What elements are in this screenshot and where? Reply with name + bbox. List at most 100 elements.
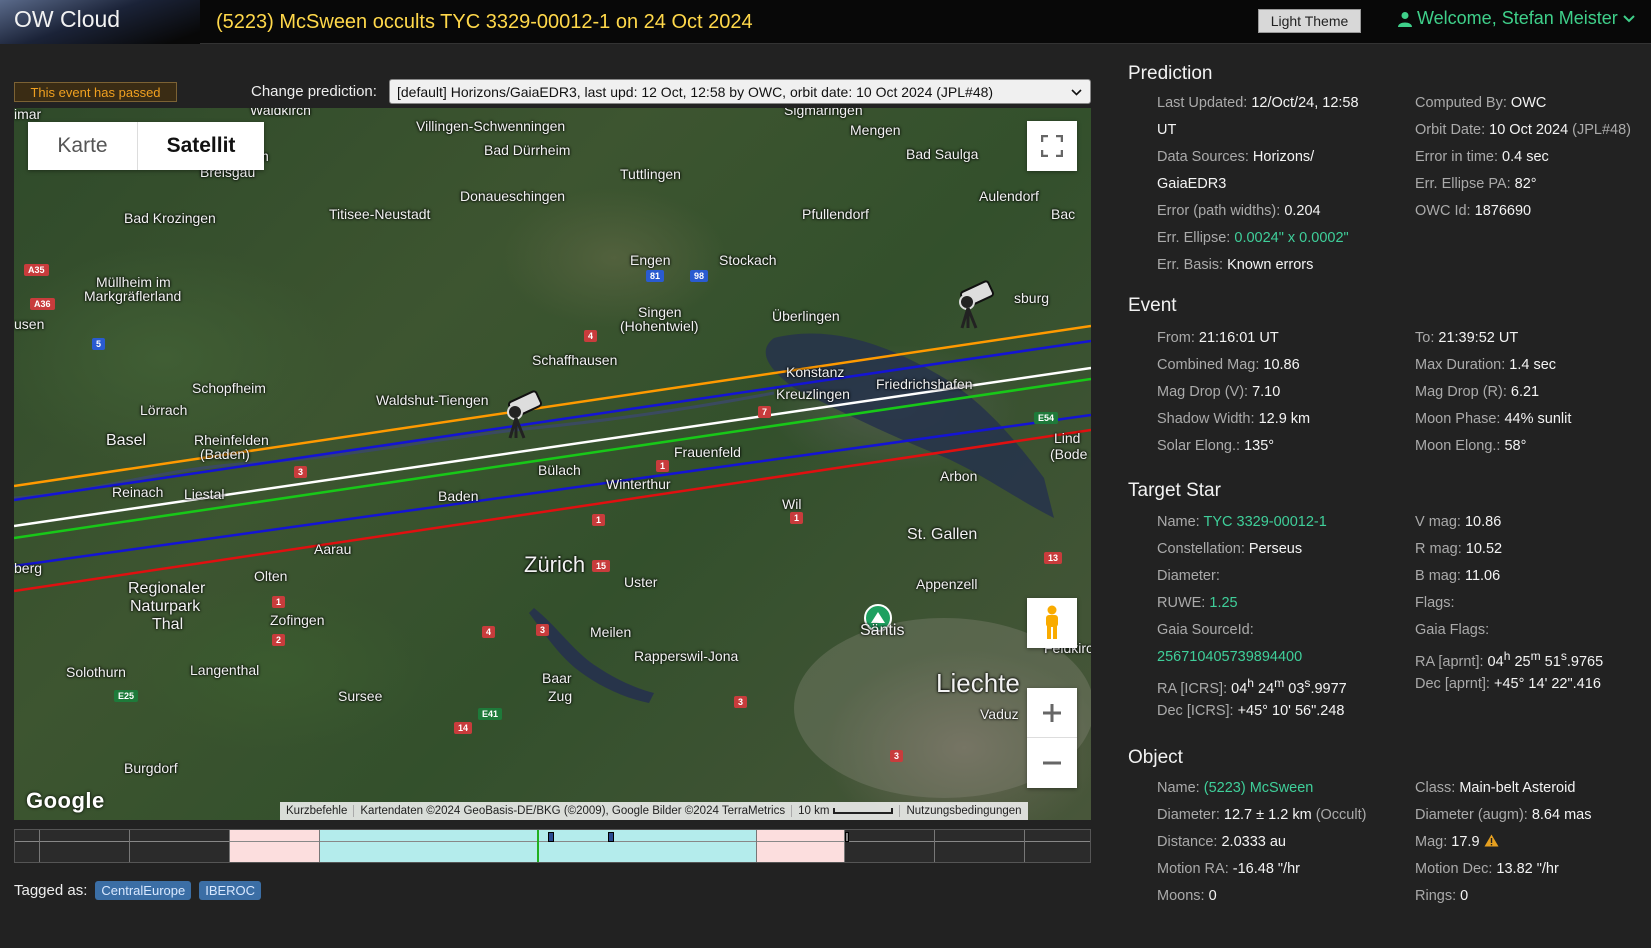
road-shield: 3 (890, 750, 904, 762)
error-in-time-row: Error in time: 0.4 sec (1415, 149, 1549, 165)
map-label: Stockach (719, 252, 777, 268)
plus-icon (1043, 703, 1061, 722)
map-type-satellit-button[interactable]: Satellit (138, 122, 264, 170)
chevron-down-icon (1623, 14, 1635, 22)
timeline-station-marker[interactable] (608, 832, 614, 842)
data-sources-row: Data Sources: Horizons/ (1157, 149, 1315, 165)
map-label: Olten (254, 568, 288, 584)
road-shield: 1 (592, 514, 606, 526)
prediction-select-value: [default] Horizons/GaiaEDR3, last upd: 1… (397, 83, 994, 100)
gaia-flags-row: Gaia Flags: (1415, 622, 1490, 638)
map-label: Wil (782, 496, 802, 512)
scale-indicator[interactable]: 10 km (792, 805, 901, 817)
combined-mag-row: Combined Mag: 10.86 (1157, 357, 1300, 373)
timeline-tick (1024, 830, 1025, 862)
brand-text[interactable]: OW Cloud (14, 6, 120, 33)
prediction-heading: Prediction (1128, 63, 1213, 84)
road-shield: A35 (24, 264, 49, 276)
object-heading: Object (1128, 747, 1183, 768)
tag-iberoc[interactable]: IBEROC (199, 881, 262, 900)
star-name-link[interactable]: TYC 3329-00012-1 (1204, 514, 1327, 530)
map-type-karte-button[interactable]: Karte (28, 122, 138, 170)
dec-aprnt-row: Dec [aprnt]: +45° 14' 22".416 (1415, 676, 1601, 692)
road-shield: 2 (272, 634, 286, 646)
map-label: Friedrichshafen (876, 376, 973, 392)
map-label: Lörrach (140, 402, 188, 418)
road-shield: 1 (790, 512, 804, 524)
map-label: Arbon (940, 468, 978, 484)
keyboard-shortcuts-link[interactable]: Kurzbefehle (280, 805, 355, 817)
distance-row: Distance: 2.0333 au (1157, 834, 1286, 850)
event-passed-badge: This event has passed (14, 82, 177, 102)
map-view[interactable]: Waldkirch Sigmaringen imar Villingen-Sch… (14, 108, 1091, 820)
map-label: Markgräflerland (84, 288, 182, 304)
road-shield: E54 (1034, 412, 1059, 424)
map-label: Baden (438, 488, 479, 504)
map-label: Villingen-Schwenningen (416, 118, 566, 134)
map-label: Säntis (860, 622, 905, 639)
pegman-icon (1046, 605, 1058, 639)
street-view-pegman-button[interactable] (1027, 598, 1077, 648)
road-shield: A36 (30, 298, 55, 310)
map-label: Aulendorf (979, 188, 1039, 204)
timeline-tick (129, 830, 130, 862)
zoom-in-button[interactable] (1027, 688, 1077, 738)
map-label: (Baden) (200, 446, 250, 462)
zoom-out-button[interactable] (1027, 738, 1077, 788)
road-shield: 3 (536, 624, 550, 636)
map-label: Schaffhausen (532, 352, 618, 368)
warning-icon[interactable] (1484, 834, 1499, 847)
light-theme-button[interactable]: Light Theme (1258, 9, 1361, 33)
map-label: Liestal (184, 486, 225, 502)
road-shield: 3 (734, 696, 748, 708)
computed-by-row: Computed By: OWC (1415, 95, 1547, 111)
map-label: Zug (548, 688, 573, 704)
gaia-source-link[interactable]: 256710405739894400 (1157, 649, 1302, 665)
map-label: berg (14, 560, 43, 576)
terms-link[interactable]: Nutzungsbedingungen (900, 805, 1027, 817)
road-shield: E25 (114, 690, 139, 702)
map-label: Kreuzlingen (776, 386, 850, 402)
map-label: (Bode (1050, 446, 1088, 462)
event-timeline[interactable] (14, 829, 1091, 863)
map-label: Aarau (314, 541, 352, 557)
gaia-source-label-row: Gaia SourceId: (1157, 622, 1254, 638)
map-label: Tuttlingen (620, 166, 681, 182)
diameter-augm-row: Diameter (augm): 8.64 mas (1415, 807, 1592, 823)
ruwe-link[interactable]: 1.25 (1209, 595, 1237, 611)
map-label: Titisee-Neustadt (329, 206, 431, 222)
user-icon (1398, 11, 1412, 27)
moons-row: Moons: 0 (1157, 888, 1217, 904)
event-heading: Event (1128, 295, 1177, 316)
object-diameter-row: Diameter: 12.7 ± 1.2 km (Occult) (1157, 807, 1367, 823)
dec-icrs-row: Dec [ICRS]: +45° 10' 56".248 (1157, 703, 1345, 719)
rings-row: Rings: 0 (1415, 888, 1469, 904)
err-basis-row: Err. Basis: Known errors (1157, 257, 1314, 273)
brand-logo[interactable]: OW Cloud (0, 0, 200, 44)
timeline-tick (319, 830, 320, 862)
map-label: Konstanz (786, 364, 845, 380)
telescope-marker-icon[interactable] (959, 280, 994, 329)
road-shield: 4 (584, 330, 598, 342)
motion-dec-row: Motion Dec: 13.82 "/hr (1415, 861, 1559, 877)
tags-row: Tagged as: CentralEurope IBEROC (14, 881, 262, 900)
road-shield: 4 (482, 626, 496, 638)
user-menu[interactable]: Welcome, Stefan Meister (1398, 8, 1635, 29)
prediction-select[interactable]: [default] Horizons/GaiaEDR3, last upd: 1… (389, 79, 1091, 104)
map-label: Solothurn (66, 664, 126, 680)
owc-id-row: OWC Id: 1876690 (1415, 203, 1532, 219)
event-to-row: To: 21:39:52 UT (1415, 330, 1519, 346)
star-name-row: Name: TYC 3329-00012-1 (1157, 514, 1327, 530)
err-ellipse-link[interactable]: 0.0024" x 0.0002" (1234, 230, 1348, 246)
timeline-station-marker[interactable] (548, 832, 554, 842)
road-shield: 3 (294, 466, 308, 478)
road-shield: 15 (592, 560, 611, 572)
telescope-marker-icon[interactable] (507, 390, 542, 439)
map-data-text: Kartendaten ©2024 GeoBasis-DE/BKG (©2009… (354, 805, 793, 817)
object-name-link[interactable]: (5223) McSween (1204, 780, 1314, 796)
tag-central-europe[interactable]: CentralEurope (95, 881, 192, 900)
last-updated-ut: UT (1157, 122, 1177, 138)
fullscreen-button[interactable] (1027, 121, 1077, 171)
map-label: Burgdorf (124, 760, 178, 776)
map-label: Baar (542, 670, 572, 686)
